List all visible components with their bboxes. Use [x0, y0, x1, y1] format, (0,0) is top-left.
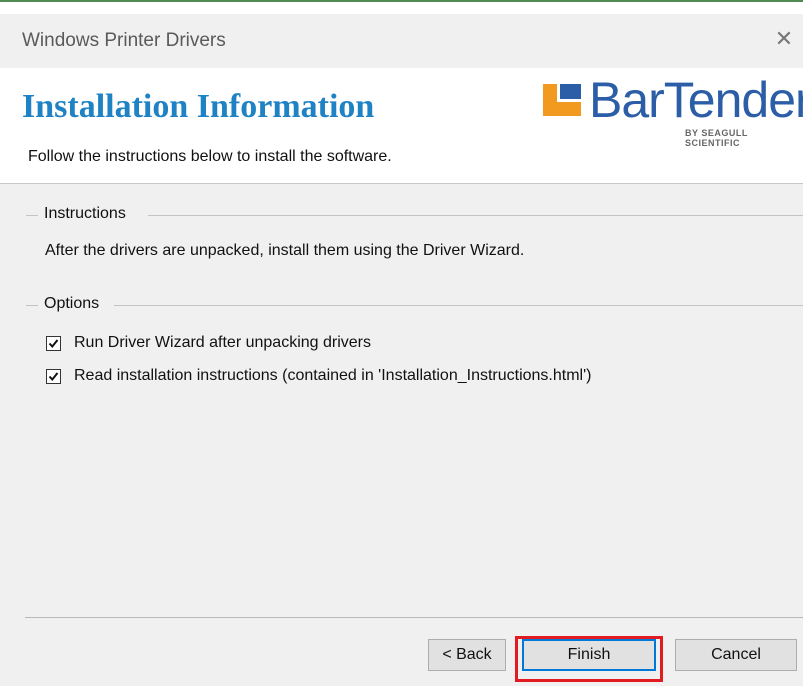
back-button[interactable]: < Back [428, 639, 506, 671]
read-instructions-checkbox[interactable] [46, 368, 61, 384]
run-driver-wizard-label: Run Driver Wizard after unpacking driver… [74, 334, 371, 351]
title-bar: Windows Printer Drivers ✕ [0, 14, 803, 68]
wizard-header: Installation Information Follow the inst… [0, 68, 803, 184]
read-instructions-label: Read installation instructions (containe… [74, 367, 592, 384]
button-area-separator [25, 617, 803, 618]
instructions-group-line-right [148, 215, 803, 216]
instructions-text: After the drivers are unpacked, install … [45, 242, 525, 259]
cancel-button[interactable]: Cancel [675, 639, 797, 671]
option-run-driver-wizard[interactable]: Run Driver Wizard after unpacking driver… [46, 332, 371, 354]
page-title: Installation Information [22, 88, 375, 125]
logo-tagline: BY SEAGULL SCIENTIFIC [685, 128, 748, 148]
wizard-body: Instructions After the drivers are unpac… [0, 184, 803, 686]
bartender-logo-mark-icon [543, 84, 581, 116]
page-subtitle: Follow the instructions below to install… [28, 148, 392, 165]
finish-button[interactable]: Finish [522, 639, 656, 671]
options-group-line-left [26, 305, 38, 306]
options-group-label: Options [40, 295, 104, 313]
instructions-group-label: Instructions [40, 205, 130, 223]
window-top-edge [0, 0, 803, 2]
window-title: Windows Printer Drivers [22, 30, 226, 51]
close-icon[interactable]: ✕ [769, 24, 799, 54]
logo-wordmark: BarTender® [589, 72, 803, 128]
run-driver-wizard-checkbox[interactable] [46, 335, 61, 351]
instructions-group-line-left [26, 215, 38, 216]
option-read-installation-instructions[interactable]: Read installation instructions (containe… [46, 365, 591, 387]
checkmark-icon [48, 371, 59, 381]
checkmark-icon [48, 338, 59, 348]
bartender-logo: BarTender® BY SEAGULL SCIENTIFIC [543, 72, 803, 148]
options-group-line-right [114, 305, 803, 306]
